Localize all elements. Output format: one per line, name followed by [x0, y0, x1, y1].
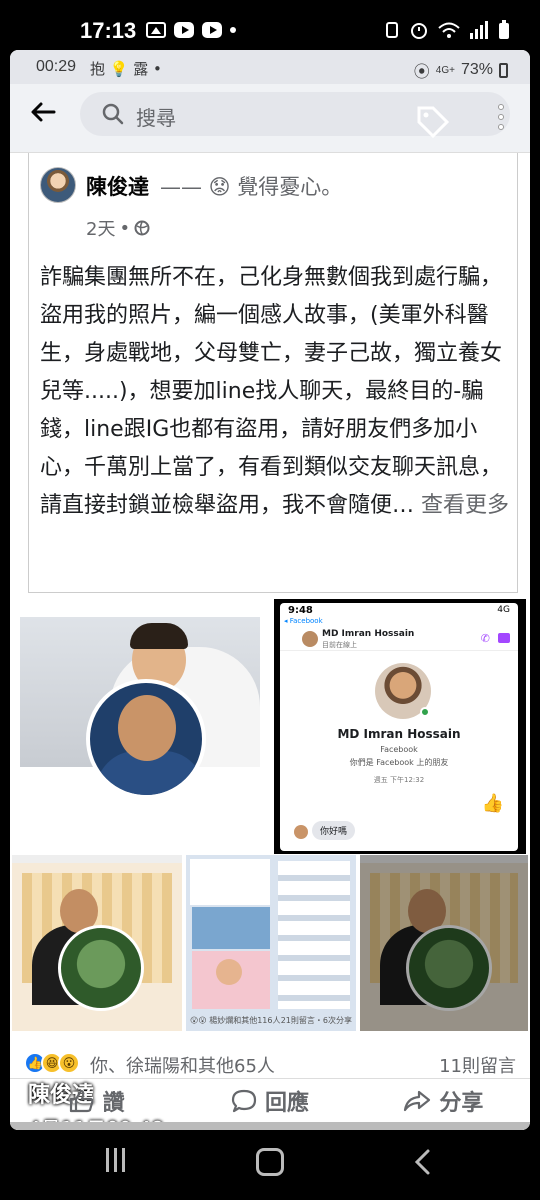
phone-icon: ✆ [480, 632, 490, 645]
photo-4-chat-log [278, 861, 350, 1009]
home-icon[interactable] [256, 1148, 284, 1176]
chat-status-time: 9:48 [288, 605, 313, 616]
video-icon [498, 633, 510, 643]
thumbs-up-icon: 👍 [481, 793, 504, 814]
location-icon: ⦿ [413, 64, 430, 81]
chat-message-avatar [294, 825, 308, 839]
back-chevron-icon[interactable] [412, 1148, 432, 1181]
more-options-icon[interactable] [498, 104, 504, 130]
globe-icon [134, 220, 150, 236]
comment-bubble-icon [231, 1089, 257, 1112]
post-photo-2[interactable]: 9:48 4G ◂ Facebook MD Imran Hossain 目前在線… [274, 599, 526, 854]
photo-4-footer-reactions: 😮😮 楊妙爛和其他116人 [190, 1016, 281, 1025]
photo-3-profile-circle [58, 925, 144, 1011]
facebook-screenshot: 00:29 抱 💡 露 • ⦿ 4G+ 73% 搜尋 陳俊達 —— 😟 覺得憂心… [10, 50, 530, 1130]
author-avatar[interactable] [40, 167, 76, 203]
post-photo-4[interactable]: 😮😮 楊妙爛和其他116人 21則留言・6次分享 [186, 855, 356, 1031]
author-name[interactable]: 陳俊達 [86, 171, 149, 201]
alarm-icon [411, 23, 427, 39]
feeling-text: —— 😟 覺得憂心。 [160, 175, 343, 199]
reaction-summary[interactable]: 你、徐瑞陽和其他65人 [90, 1052, 275, 1078]
back-arrow-icon[interactable] [30, 100, 56, 130]
sticker-panel [190, 859, 270, 905]
chat-header-status: 目前在線上 [322, 641, 357, 649]
inner-status-time: 00:29 [36, 58, 77, 75]
search-header: 搜尋 [10, 84, 530, 146]
inner-battery-icon [499, 62, 508, 78]
battery-percent: 73% [460, 61, 493, 78]
chat-header-avatar [302, 631, 318, 647]
like-label: 讚 [102, 1090, 125, 1116]
comment-count[interactable]: 11則留言 [439, 1052, 516, 1078]
messenger-screenshot: 9:48 4G ◂ Facebook MD Imran Hossain 目前在線… [280, 603, 518, 851]
post-text: 詐騙集團無所不在，己化身無數個我到處行騙，盜用我的照片，編一個感人故事，(美軍外… [40, 259, 510, 525]
chat-date: 週五 下午12:32 [373, 776, 425, 784]
post-photo-1[interactable] [18, 599, 270, 854]
circle-face [118, 695, 176, 761]
photo-4-footer: 😮😮 楊妙爛和其他116人 21則留言・6次分享 [186, 1015, 356, 1026]
profile-circle-photo [86, 679, 206, 799]
inner-system-icons: ⦿ 4G+ 73% [414, 58, 508, 82]
chat-platform: Facebook [380, 745, 418, 754]
wifi-icon [438, 22, 460, 38]
photo-4-footer-comments: 21則留言・6次分享 [280, 1016, 352, 1025]
thumbs-up-outline-icon [69, 1089, 94, 1112]
reactions-row[interactable]: 👍 😆 😮 你、徐瑞陽和其他65人 11則留言 [10, 1048, 530, 1078]
signal-icon [470, 21, 488, 39]
youtube-icon [174, 22, 194, 38]
inner-status-bar: 00:29 抱 💡 露 • ⦿ 4G+ 73% [10, 50, 530, 84]
separator-dot: • [119, 217, 131, 239]
photo-3-topbar [12, 855, 182, 863]
chat-profile-name: MD Imran Hossain [337, 727, 461, 741]
chat-friends-note: 你們是 Facebook 上的朋友 [349, 758, 449, 767]
post-photo-3[interactable] [12, 855, 182, 1031]
share-label: 分享 [439, 1090, 484, 1116]
chat-header: MD Imran Hossain 目前在線上 ✆ [280, 627, 518, 651]
recents-icon[interactable] [106, 1148, 125, 1172]
search-icon [102, 103, 124, 125]
share-button[interactable]: 分享 [357, 1079, 530, 1122]
share-arrow-icon [404, 1090, 431, 1111]
chat-back-link: ◂ Facebook [284, 617, 323, 625]
inner-notification-icons: 抱 💡 露 • [90, 60, 162, 78]
notification-icons [146, 22, 236, 38]
recycle-icon [386, 22, 398, 38]
comment-label: 回應 [264, 1090, 309, 1116]
youtube-icon-2 [202, 22, 222, 38]
more-photos-overlay[interactable] [360, 855, 528, 1031]
wow-reaction-icon: 😮 [58, 1052, 80, 1074]
more-notifications-dot [230, 27, 236, 33]
photo-4-group-photo [192, 907, 270, 949]
reaction-icons: 👍 😆 😮 [24, 1052, 80, 1074]
chat-message: 你好嗎 [312, 821, 356, 840]
chat-status-network: 4G [497, 605, 510, 615]
comment-button[interactable]: 回應 [183, 1079, 356, 1122]
gallery-icon [146, 22, 166, 38]
see-more-link[interactable]: 查看更多 [421, 493, 509, 518]
battery-icon [499, 20, 509, 39]
system-icons [384, 20, 510, 40]
post-time-text: 2天 [86, 219, 116, 240]
post-body-text: 詐騙集團無所不在，己化身無數個我到處行騙，盜用我的照片，編一個感人故事，(美軍外… [40, 265, 503, 518]
frame-bottom-bar [10, 1122, 530, 1130]
like-button[interactable]: 讚 [10, 1079, 183, 1122]
network-type: 4G+ [435, 64, 455, 76]
online-indicator [420, 707, 430, 717]
post-timestamp[interactable]: 2天 • [86, 215, 150, 241]
chat-header-name: MD Imran Hossain [322, 629, 415, 639]
status-time: 17:13 [80, 18, 137, 43]
post-card: 陳俊達 —— 😟 覺得憂心。 2天 • 詐騙集團無所不在，己化身無數個我到處行騙… [10, 152, 530, 1130]
photo-4-girl-face [216, 959, 242, 985]
tag-icon[interactable] [415, 104, 451, 140]
navigation-bar [0, 1130, 540, 1200]
post-actions: 讚 回應 分享 [10, 1078, 530, 1122]
search-placeholder: 搜尋 [136, 106, 176, 130]
doctor-hair [130, 623, 188, 649]
